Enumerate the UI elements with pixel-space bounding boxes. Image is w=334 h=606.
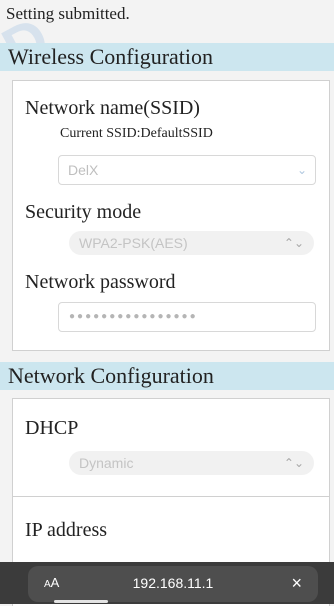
dhcp-select[interactable]: Dynamic ⌃⌄ [69,451,314,475]
ssid-label: Network name(SSID) [25,97,200,119]
close-icon[interactable]: × [291,573,302,594]
updown-chevron-icon: ⌃⌄ [283,456,304,470]
security-mode-value: WPA2-PSK(AES) [79,235,188,251]
network-password-label: Network password [25,271,176,293]
network-password-input[interactable]: ●●●●●●●●●●●●●●●● [58,302,316,332]
url-text: 192.168.11.1 [132,575,214,591]
browser-address-bar: AA 192.168.11.1 × [0,562,334,604]
ssid-input-value: DelX [68,162,99,178]
status-message: Setting submitted. [6,4,130,23]
security-mode-select[interactable]: WPA2-PSK(AES) ⌃⌄ [69,231,314,255]
updown-chevron-icon: ⌃⌄ [283,236,304,250]
wireless-config-header: Wireless Configuration [0,43,334,71]
dhcp-label: DHCP [25,417,79,439]
security-mode-label: Security mode [25,201,142,223]
network-config-header: Network Configuration [0,362,334,390]
home-indicator [54,600,108,603]
url-pill[interactable]: AA 192.168.11.1 × [28,566,318,602]
current-ssid-text: Current SSID:DefaultSSID [60,126,213,141]
dhcp-value: Dynamic [79,455,134,471]
ip-address-label: IP address [25,519,108,541]
ssid-input[interactable]: DelX ⌄ [58,155,316,185]
chevron-down-icon: ⌄ [296,163,307,177]
wireless-config-card: Network name(SSID) Current SSID:DefaultS… [12,80,330,351]
